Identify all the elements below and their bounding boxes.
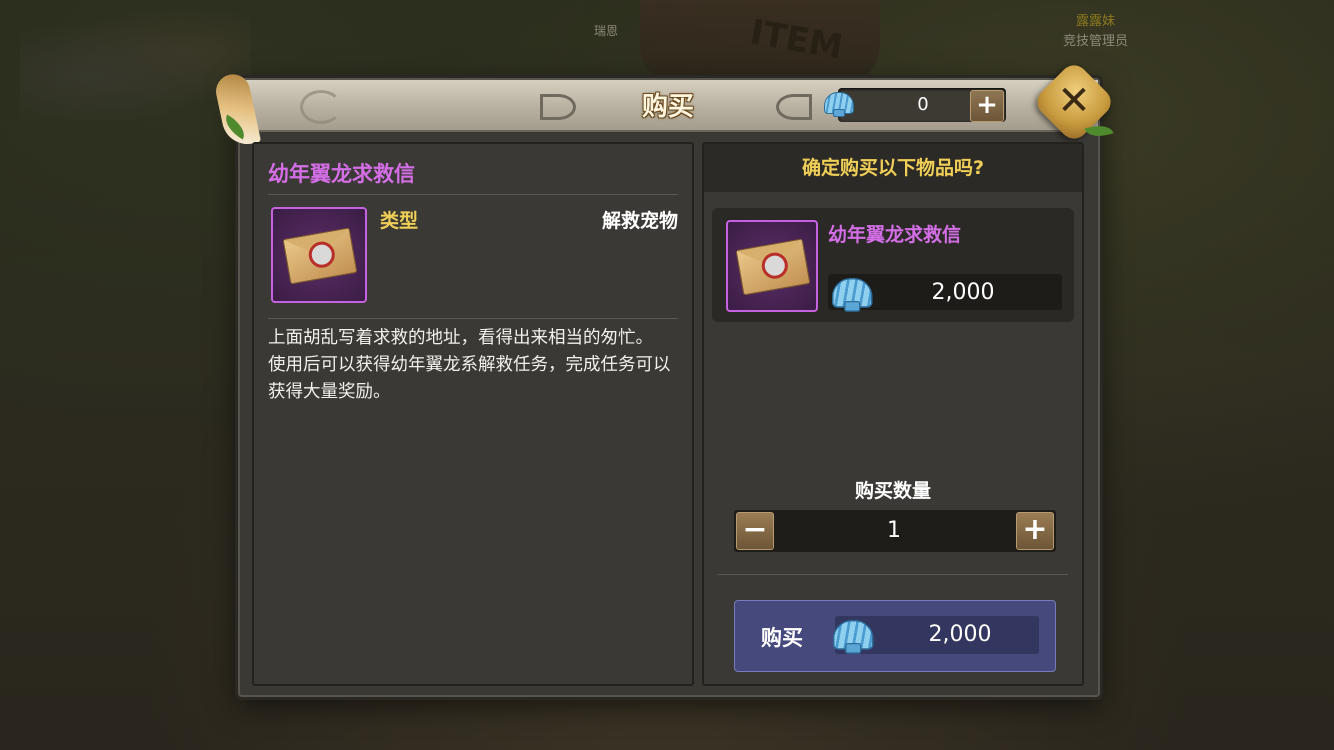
purchase-dialog: 购买 0 + ✕ 幼年翼龙求救信 类型 解救宠物 上面胡乱写着求救的地址，看得出… [212, 59, 1117, 697]
npc-title-label: 竞技管理员 [1063, 34, 1129, 49]
quantity-value[interactable]: 1 [794, 518, 994, 543]
shell-icon [832, 278, 873, 312]
unit-price: 2,000 [931, 280, 995, 305]
total-price-display: 2,000 [833, 616, 1039, 654]
background-item-sign: ITEM [640, 0, 880, 85]
ornament-swirl [540, 94, 576, 120]
item-detail-panel: 幼年翼龙求救信 类型 解救宠物 上面胡乱写着求救的地址，看得出来相当的匆忙。 使… [252, 142, 694, 686]
shell-icon [824, 92, 854, 117]
currency-display: 0 + [824, 88, 1006, 122]
currency-amount: 0 [917, 94, 929, 115]
quantity-stepper: − 1 + [734, 510, 1056, 552]
purchase-item-summary: 幼年翼龙求救信 2,000 [712, 208, 1074, 322]
decrease-quantity-button[interactable]: − [736, 512, 774, 550]
ornament-swirl [776, 94, 812, 120]
item-type-value: 解救宠物 [601, 210, 678, 232]
total-price: 2,000 [928, 622, 992, 647]
item-icon-frame [726, 220, 818, 312]
npc-name-label: 露露妹 [1076, 14, 1116, 29]
rescue-letter-icon [282, 227, 358, 285]
close-icon[interactable]: ✕ [1044, 72, 1104, 132]
confirm-question: 确定购买以下物品吗? [704, 144, 1082, 192]
buy-label: 购买 [761, 626, 803, 650]
increase-quantity-button[interactable]: + [1016, 512, 1054, 550]
seal-icon [306, 239, 337, 270]
item-description: 上面胡乱写着求救的地址，看得出来相当的匆忙。 使用后可以获得幼年翼龙系解救任务，… [268, 325, 678, 406]
item-type-label: 类型 [380, 210, 419, 232]
description-line: 上面胡乱写着求救的地址，看得出来相当的匆忙。 [268, 328, 653, 348]
quantity-label: 购买数量 [854, 480, 931, 502]
rescue-letter-icon [735, 238, 811, 296]
ornament-swirl [300, 90, 342, 124]
shell-icon [833, 620, 874, 654]
npc-name-label: 瑞恩 [594, 24, 619, 38]
description-line: 使用后可以获得幼年翼龙系解救任务，完成任务可以获得大量奖励。 [268, 355, 671, 402]
background-scenery [20, 10, 250, 120]
buy-button[interactable]: 购买 2,000 [734, 600, 1056, 672]
purchase-item-name: 幼年翼龙求救信 [828, 224, 962, 246]
divider [268, 194, 678, 195]
item-icon-frame [271, 207, 367, 303]
divider [268, 318, 678, 319]
divider [718, 574, 1068, 575]
add-currency-button[interactable]: + [970, 90, 1004, 122]
unit-price-display: 2,000 [828, 274, 1062, 312]
dialog-title-bar: 购买 0 + [240, 80, 1098, 132]
item-name: 幼年翼龙求救信 [268, 162, 415, 186]
dialog-title: 购买 [641, 92, 694, 122]
purchase-confirm-panel: 确定购买以下物品吗? 幼年翼龙求救信 2,000 购买数量 − 1 + 购买 2… [702, 142, 1084, 686]
seal-icon [759, 250, 790, 281]
